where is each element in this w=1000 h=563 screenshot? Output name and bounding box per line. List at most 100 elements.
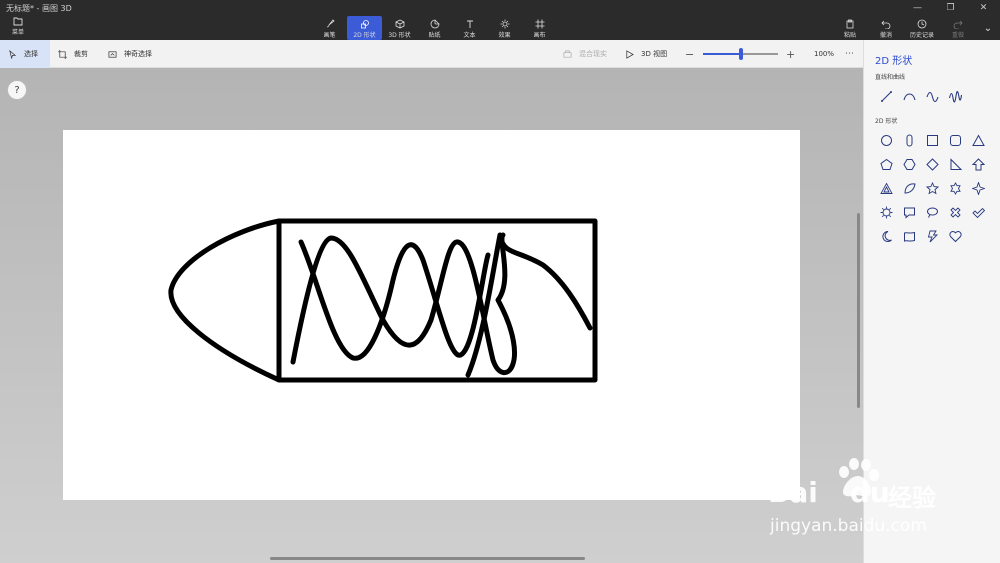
triangle-outline-icon	[880, 182, 893, 194]
diamond-shape[interactable]	[921, 152, 944, 176]
heart-icon	[949, 230, 962, 242]
tool-effects[interactable]: 效果	[487, 16, 522, 40]
paste-icon	[846, 19, 854, 29]
star4-shape[interactable]	[967, 176, 990, 200]
paint3d-window: 无标题* - 画图 3D — ❐ ✕ 菜单 画笔 2D 形状 3D 形状 贴纸 …	[0, 0, 1000, 563]
redo-button[interactable]: 重做	[940, 16, 976, 40]
leaf-shape[interactable]	[898, 176, 921, 200]
wave-icon	[926, 91, 939, 102]
effects-icon	[500, 19, 509, 29]
burst-shape[interactable]	[875, 200, 898, 224]
curve-icon	[903, 92, 916, 100]
magic-select-button[interactable]: 神奇选择	[108, 40, 152, 68]
thought-bubble-shape[interactable]	[921, 200, 944, 224]
drawing-canvas[interactable]	[63, 130, 800, 500]
square-shape[interactable]	[921, 128, 944, 152]
tool-sticker[interactable]: 贴纸	[417, 16, 452, 40]
wave-shape[interactable]	[921, 84, 944, 108]
undo-icon	[881, 20, 891, 29]
hexagon-icon	[903, 158, 916, 170]
zoom-out-button[interactable]: −	[685, 40, 694, 68]
triangle-shape[interactable]	[967, 128, 990, 152]
window-title: 无标题* - 画图 3D	[6, 4, 72, 13]
rounded-square-shape[interactable]	[944, 128, 967, 152]
crop-button[interactable]: 裁剪	[58, 40, 88, 68]
zoom-slider-fill	[703, 53, 741, 55]
moon-shape[interactable]	[875, 224, 898, 248]
mixed-reality-label: 混合现实	[579, 50, 607, 58]
lightning-shape[interactable]	[921, 224, 944, 248]
history-button[interactable]: 历史记录	[904, 16, 940, 40]
horizontal-scrollbar[interactable]	[270, 557, 585, 560]
expand-chevron-icon[interactable]: ⌄	[976, 16, 1000, 40]
more-options-button[interactable]: ⋯	[845, 40, 854, 68]
zoom-slider[interactable]	[703, 48, 778, 60]
zoom-percent[interactable]: 100%	[814, 40, 834, 68]
line-shapes-grid	[875, 84, 990, 108]
pentagon-shape[interactable]	[875, 152, 898, 176]
zigzag-wave-shape[interactable]	[944, 84, 967, 108]
pentagon-icon	[880, 158, 893, 170]
mixed-reality-button[interactable]: 混合现实	[563, 40, 607, 68]
star6-shape[interactable]	[944, 176, 967, 200]
undo-button[interactable]: 撤消	[868, 16, 904, 40]
tool-3d-shapes-label: 3D 形状	[388, 32, 411, 39]
line-shape[interactable]	[875, 84, 898, 108]
triangle-outline-shape[interactable]	[875, 176, 898, 200]
menu-button[interactable]: 菜单	[6, 16, 30, 40]
mixed-reality-icon	[563, 50, 572, 58]
hexagon-shape[interactable]	[898, 152, 921, 176]
rounded-square-icon	[950, 134, 961, 146]
magic-select-label: 神奇选择	[124, 50, 152, 58]
tool-brush-label: 画笔	[323, 32, 336, 39]
zoom-in-button[interactable]: +	[786, 40, 795, 68]
circle-icon	[881, 134, 892, 146]
minimize-button[interactable]: —	[901, 0, 934, 16]
tool-text[interactable]: 文本	[452, 16, 487, 40]
check-shape[interactable]	[967, 200, 990, 224]
tool-brush[interactable]: 画笔	[312, 16, 347, 40]
right-triangle-shape[interactable]	[944, 152, 967, 176]
secondary-toolbar: 选择 裁剪 神奇选择 混合现实 3D 视图 − + 100% ⋯	[0, 40, 863, 68]
diamond-icon	[926, 157, 939, 171]
capsule-shape[interactable]	[898, 128, 921, 152]
tool-canvas[interactable]: 画布	[522, 16, 557, 40]
moon-icon	[882, 230, 892, 242]
circle-shape[interactable]	[875, 128, 898, 152]
heart-shape[interactable]	[944, 224, 967, 248]
view-3d-label: 3D 视图	[641, 50, 668, 58]
tool-2d-shapes[interactable]: 2D 形状	[347, 16, 382, 40]
undo-label: 撤消	[879, 32, 892, 39]
help-button[interactable]: ?	[7, 80, 27, 100]
2d-shapes-grid	[875, 128, 990, 248]
speech-bubble-shape[interactable]	[898, 200, 921, 224]
watermark-brand-part1: Bai	[768, 476, 818, 509]
x-shape[interactable]	[944, 200, 967, 224]
tool-canvas-label: 画布	[533, 32, 546, 39]
magic-select-icon	[108, 50, 117, 58]
star5-shape[interactable]	[921, 176, 944, 200]
select-button[interactable]: 选择	[0, 40, 50, 68]
zoom-slider-thumb[interactable]	[738, 48, 743, 60]
watermark-brand: Bai du	[768, 476, 890, 509]
tool-3d-shapes[interactable]: 3D 形状	[382, 16, 417, 40]
drawn-wave-line	[298, 239, 491, 361]
edit-toolbar: 粘贴 撤消 历史记录 重做 ⌄	[832, 16, 1000, 40]
maximize-button[interactable]: ❐	[934, 0, 967, 16]
title-bar: 无标题* - 画图 3D — ❐ ✕ 菜单 画笔 2D 形状 3D 形状 贴纸 …	[0, 0, 1000, 40]
star6-icon	[950, 181, 961, 195]
arrow-up-shape[interactable]	[967, 152, 990, 176]
lines-section-label: 直线和曲线	[875, 74, 906, 81]
banner-shape[interactable]	[898, 224, 921, 248]
curve-shape[interactable]	[898, 84, 921, 108]
watermark-url: jingyan.baidu.com	[770, 516, 927, 536]
paste-button[interactable]: 粘贴	[832, 16, 868, 40]
close-button[interactable]: ✕	[967, 0, 1000, 16]
view-3d-button[interactable]: 3D 视图	[625, 40, 667, 68]
speech-bubble-icon	[904, 207, 915, 219]
drawn-cone-shape	[168, 218, 282, 383]
vertical-scrollbar[interactable]	[857, 213, 860, 408]
thought-bubble-icon	[927, 207, 938, 218]
tool-text-label: 文本	[463, 32, 476, 39]
crop-icon	[58, 49, 67, 59]
